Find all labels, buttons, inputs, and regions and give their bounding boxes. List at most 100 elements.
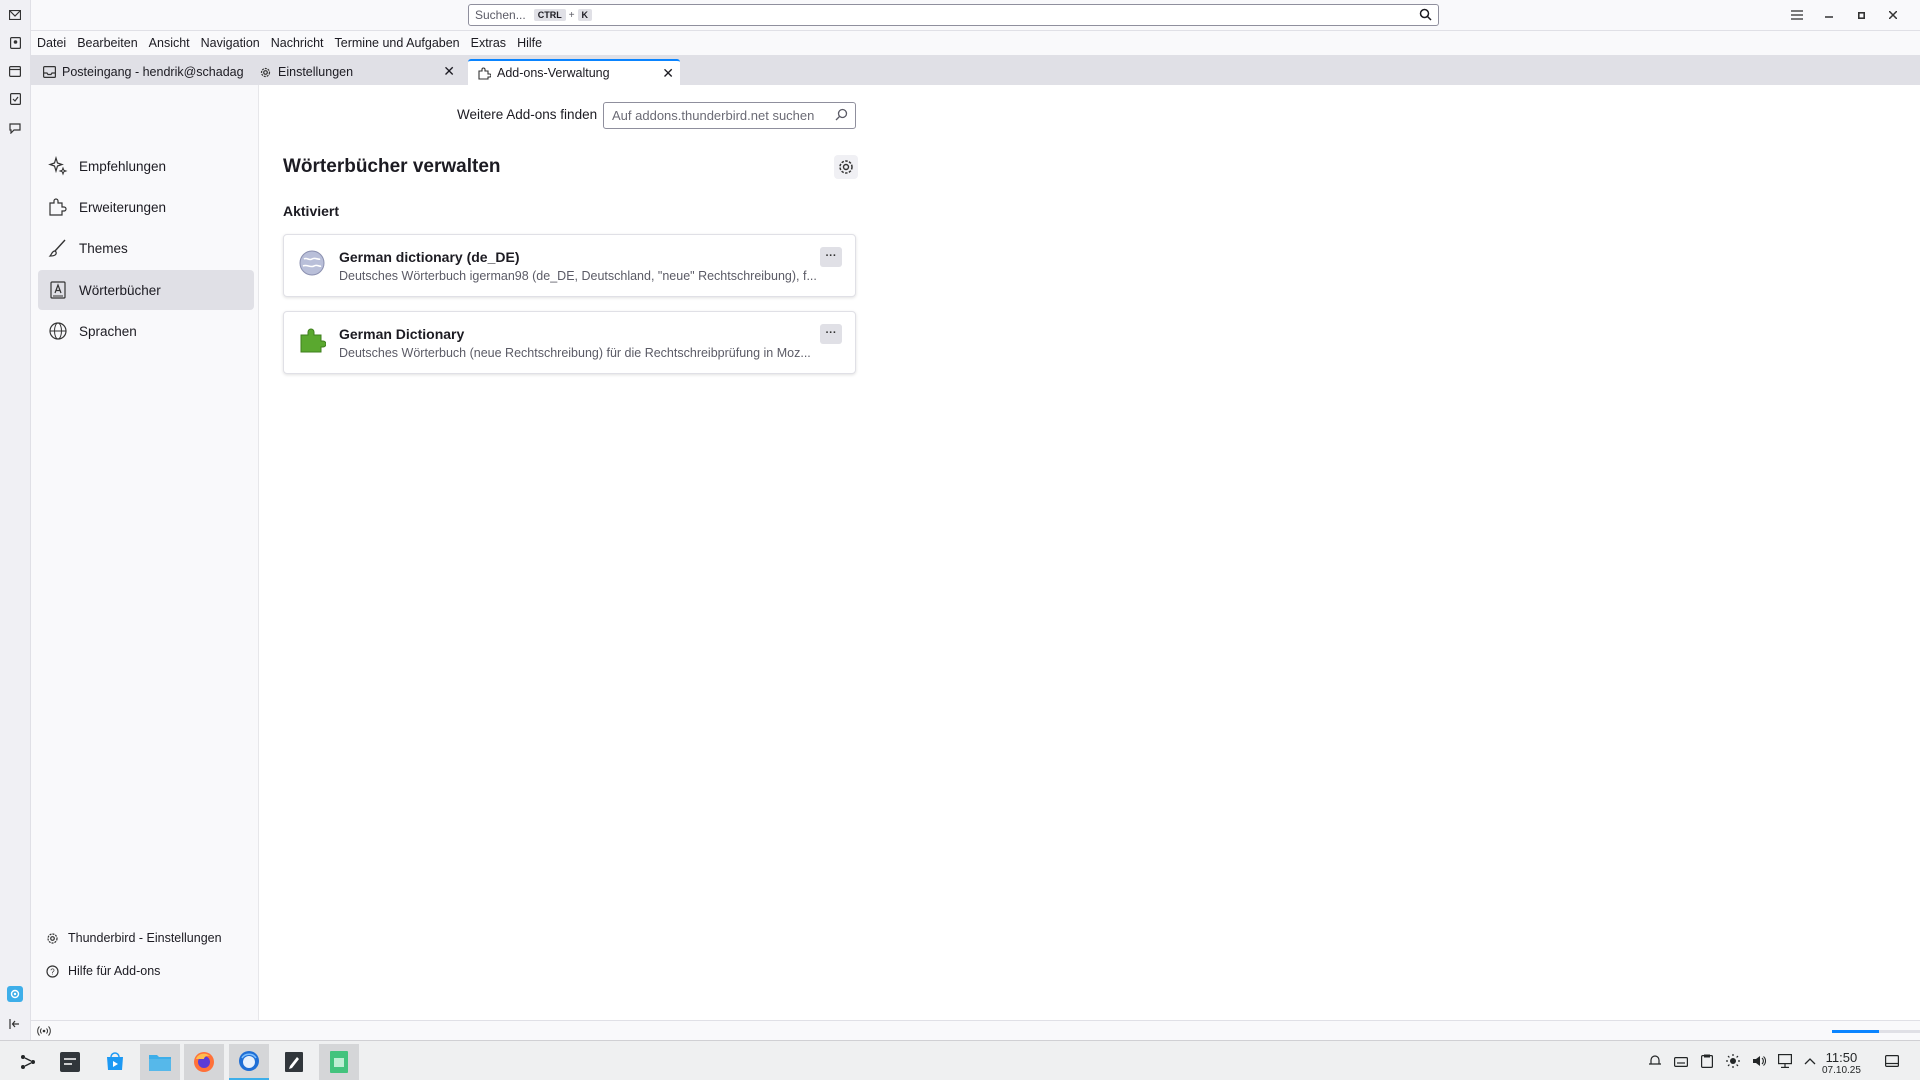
tab-label: Posteingang - hendrik@schadagi [62,65,243,79]
menu-termine[interactable]: Termine und Aufgaben [335,36,460,50]
green-puzzle-icon [298,326,327,354]
thunderbird-icon[interactable] [229,1044,269,1080]
progress-fill [1832,1030,1880,1033]
menu-extras[interactable]: Extras [471,36,506,50]
inbox-icon [43,66,56,78]
taskbar: 11:50 07.10.25 [0,1040,1920,1080]
menu-ansicht[interactable]: Ansicht [149,36,190,50]
close-tab-icon[interactable]: ✕ [443,63,455,80]
addon-description: Deutsches Wörterbuch (neue Rechtschreibu… [339,346,811,360]
clock[interactable]: 11:50 07.10.25 [1822,1050,1861,1076]
sparkle-icon [48,156,68,176]
globe-icon [48,321,68,341]
gear-icon [259,66,272,79]
shortcut-plus: + [568,9,575,21]
addon-options-button[interactable]: ··· [820,247,842,267]
notifications-tray-icon[interactable] [1647,1053,1663,1069]
tab-addons[interactable]: Add-ons-Verwaltung ✕ [468,59,680,85]
tasks-space-icon[interactable] [7,91,23,107]
chevron-up-icon[interactable] [1802,1053,1818,1069]
menu-bearbeiten[interactable]: Bearbeiten [77,36,137,50]
file-manager-icon[interactable] [140,1044,180,1080]
status-progress-bar [1832,1030,1920,1033]
menu-datei[interactable]: Datei [37,36,66,50]
sidebar-item-label: Themes [79,240,128,256]
mail-space-icon[interactable] [7,7,23,23]
thunderbird-settings-link[interactable]: Thunderbird - Einstellungen [46,931,222,945]
addon-card[interactable]: German Dictionary Deutsches Wörterbuch (… [283,311,856,374]
minimize-icon[interactable] [1820,6,1838,24]
app-menu-icon[interactable] [1788,6,1806,24]
network-tray-icon[interactable] [1777,1053,1793,1069]
addons-help-link[interactable]: ? Hilfe für Add-ons [46,964,160,978]
page-title: Wörterbücher verwalten [283,156,501,177]
calendar-space-icon[interactable] [7,63,23,79]
gear-icon [837,158,855,176]
addons-search-placeholder: Auf addons.thunderbird.net suchen [612,108,815,123]
globe-dictionary-icon [298,249,326,277]
tab-label: Add-ons-Verwaltung [497,66,610,80]
shortcut-key-k: K [577,9,593,21]
tab-label: Einstellungen [278,65,354,79]
maximize-icon[interactable] [1852,6,1870,24]
sidebar-item-woerterbuecher[interactable]: Wörterbücher [38,270,254,310]
addons-search-input[interactable]: Auf addons.thunderbird.net suchen [603,102,856,129]
keyboard-tray-icon[interactable] [1673,1053,1689,1069]
settings-space-icon[interactable] [7,986,23,1002]
addon-card[interactable]: German dictionary (de_DE) Deutsches Wört… [283,234,856,297]
task-manager-icon[interactable] [50,1044,90,1080]
discover-store-icon[interactable] [95,1044,135,1080]
sidebar-item-sprachen[interactable]: Sprachen [38,311,254,351]
section-enabled-heading: Aktiviert [283,203,340,219]
tools-menu-button[interactable] [834,155,858,179]
help-link-label: Hilfe für Add-ons [68,964,161,978]
status-bar [31,1020,1920,1040]
menu-bar: Datei Bearbeiten Ansicht Navigation Nach… [31,31,1920,55]
addons-sidebar: Empfehlungen Erweiterungen Themes Wörter… [31,85,259,1020]
addon-description: Deutsches Wörterbuch igerman98 (de_DE, D… [339,269,817,283]
addressbook-space-icon[interactable] [7,35,23,51]
clock-time: 11:50 [1825,1050,1858,1065]
search-icon[interactable] [1419,8,1432,24]
help-icon: ? [46,964,59,978]
puzzle-icon [48,197,68,217]
tab-bar: Posteingang - hendrik@schadagi Einstellu… [31,55,1920,85]
show-desktop-icon[interactable] [1884,1053,1900,1069]
text-editor-icon[interactable] [274,1044,314,1080]
app-launcher-icon[interactable] [8,1044,48,1080]
addon-options-button[interactable]: ··· [820,324,842,344]
menu-navigation[interactable]: Navigation [201,36,260,50]
sidebar-item-label: Wörterbücher [79,282,161,298]
tab-einstellungen[interactable]: Einstellungen ✕ [249,59,461,85]
collapse-spaces-icon[interactable] [7,1016,23,1032]
thunderbird-window: Suchen... CTRL + K Datei Bearbeiten Ansi… [0,0,1920,1080]
tab-posteingang[interactable]: Posteingang - hendrik@schadagi [33,59,243,85]
menu-hilfe[interactable]: Hilfe [517,36,542,50]
dictionary-icon [48,280,68,300]
title-bar: Suchen... CTRL + K [31,0,1920,31]
puzzle-icon [478,67,491,80]
firefox-icon[interactable] [184,1044,224,1080]
volume-tray-icon[interactable] [1751,1053,1767,1069]
sidebar-item-erweiterungen[interactable]: Erweiterungen [38,187,254,227]
svg-text:?: ? [50,967,55,976]
brightness-tray-icon[interactable] [1725,1053,1741,1069]
sidebar-item-label: Erweiterungen [79,199,167,215]
menu-nachricht[interactable]: Nachricht [271,36,324,50]
clipboard-tray-icon[interactable] [1699,1053,1715,1069]
sidebar-item-themes[interactable]: Themes [38,228,254,268]
spreadsheet-icon[interactable] [319,1044,359,1080]
close-window-icon[interactable] [1884,6,1902,24]
addon-name: German Dictionary [339,326,465,342]
window-controls [1788,6,1902,24]
spaces-toolbar [0,0,31,1040]
chat-space-icon[interactable] [7,120,23,136]
close-tab-icon[interactable]: ✕ [662,65,674,82]
sidebar-item-empfehlungen[interactable]: Empfehlungen [38,146,254,186]
brush-icon [48,238,68,258]
settings-link-label: Thunderbird - Einstellungen [68,931,222,945]
sidebar-item-label: Sprachen [79,323,137,339]
global-search-input[interactable]: Suchen... CTRL + K [468,4,1439,26]
search-placeholder: Suchen... [475,8,526,22]
shortcut-key-ctrl: CTRL [533,9,566,21]
